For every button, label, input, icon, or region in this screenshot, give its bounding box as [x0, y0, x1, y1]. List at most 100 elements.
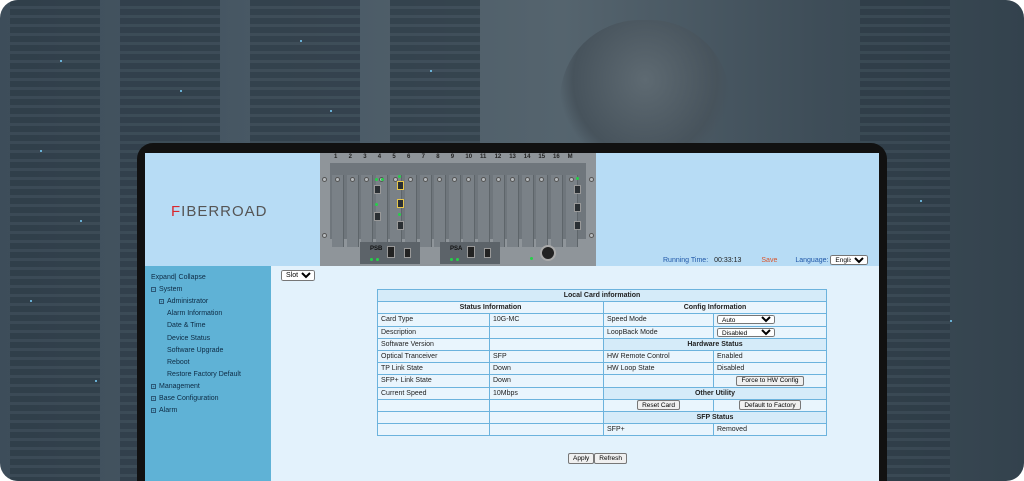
force-hw-config-button[interactable]: Force to HW Config	[736, 375, 804, 386]
status-value: SFP	[489, 349, 604, 364]
sfp-label: SFP+	[603, 423, 714, 437]
status-bar: Running Time: 00:33:13 Save Language: Engli…	[663, 255, 869, 265]
device-web-ui: FIBERROAD 1 2 3 4 5 6 7 8 9 10 11 12 13 14 15 16 M	[145, 153, 879, 481]
hardware-status-header: Hardware Status	[603, 337, 827, 351]
power-switch[interactable]	[484, 248, 491, 258]
form-actions: Apply Refresh	[568, 453, 628, 464]
reset-card-cell: Reset Card	[603, 398, 714, 412]
chassis-slot[interactable]	[448, 175, 461, 247]
chassis-slot[interactable]	[346, 175, 359, 247]
chassis-slot[interactable]	[507, 175, 520, 247]
chassis-slot[interactable]	[361, 175, 374, 247]
slot-number-label: 1	[334, 154, 338, 160]
status-led	[375, 203, 378, 206]
chassis-slot[interactable]	[463, 175, 476, 247]
rj45-port[interactable]	[374, 185, 381, 194]
slot-screw	[451, 177, 457, 182]
chassis-slot[interactable]	[551, 175, 563, 247]
mgmt-port[interactable]	[574, 203, 581, 212]
reset-card-button[interactable]: Reset Card	[637, 400, 680, 411]
loopback-select[interactable]: Disabled	[717, 327, 775, 337]
language-select[interactable]: English	[830, 255, 869, 265]
tree-system[interactable]: − System	[151, 286, 182, 293]
power-switch[interactable]	[404, 248, 411, 258]
empty-cell	[489, 398, 604, 412]
tree-alarm-information[interactable]: Alarm Information	[167, 310, 222, 317]
sidebar: Expand| Collapse − System + Administrator …	[145, 266, 271, 481]
speed-mode-cell: Auto	[713, 313, 827, 327]
tree-software-upgrade[interactable]: Software Upgrade	[167, 347, 223, 354]
status-value: 10G-MC	[489, 313, 604, 327]
apply-button[interactable]: Apply	[568, 453, 595, 464]
chassis-slot[interactable]	[419, 175, 432, 247]
status-label: TP Link State	[377, 362, 490, 376]
rack-screw	[322, 233, 327, 238]
empty-cell	[489, 423, 604, 437]
chassis-slot[interactable]	[434, 175, 447, 247]
chassis-slot[interactable]	[536, 175, 549, 247]
rj45-port[interactable]	[397, 199, 404, 208]
chassis-slot[interactable]	[521, 175, 534, 247]
refresh-button[interactable]: Refresh	[594, 453, 628, 464]
power-supply-a: PSA	[440, 242, 500, 264]
hw-remote-value: Enabled	[713, 349, 827, 364]
default-to-factory-button[interactable]: Default to Factory	[739, 400, 801, 411]
slot-number-label: 14	[523, 154, 531, 160]
config-info-header: Config Information	[603, 301, 827, 315]
save-link[interactable]: Save	[761, 257, 777, 264]
force-hw-cell: Force to HW Config	[713, 374, 827, 388]
slot-screw	[495, 177, 501, 182]
chassis-slot[interactable]	[405, 175, 417, 247]
slot-screw	[481, 177, 486, 182]
status-info-header: Status Information	[377, 301, 604, 315]
slot-number-label: 6	[407, 154, 411, 160]
rack-screw	[322, 177, 327, 182]
server-led	[80, 220, 82, 222]
fiberroad-logo: FIBERROAD	[171, 203, 268, 220]
tree-date-time[interactable]: Date & Time	[167, 322, 206, 329]
slot-screw	[408, 177, 413, 182]
other-utility-header: Other Utility	[603, 386, 827, 400]
slot-select[interactable]: Slot 2	[281, 270, 315, 281]
tree-administrator[interactable]: + Administrator	[159, 298, 208, 305]
status-value	[489, 337, 604, 351]
chassis-slot[interactable]	[332, 175, 344, 247]
tree-reboot[interactable]: Reboot	[167, 359, 190, 366]
mgmt-port[interactable]	[574, 185, 581, 194]
chassis-slot[interactable]	[492, 175, 505, 247]
power-inlet-icon	[467, 246, 475, 258]
server-led	[180, 90, 182, 92]
slot-number-label: 8	[436, 154, 440, 160]
tree-alarm[interactable]: + Alarm	[151, 407, 177, 414]
hw-loop-value: Disabled	[713, 362, 827, 376]
empty-cell	[489, 410, 604, 425]
hw-remote-label: HW Remote Control	[603, 349, 714, 364]
sfp-port[interactable]	[397, 221, 404, 230]
collapse-link[interactable]: Collapse	[179, 274, 206, 281]
rj45-port[interactable]	[397, 181, 404, 190]
tree-management[interactable]: + Management	[151, 383, 200, 390]
empty-cell	[603, 374, 714, 388]
slot-number-label: 10	[465, 154, 473, 160]
status-label: Current Speed	[377, 386, 490, 400]
server-led	[430, 70, 432, 72]
slot-number-label: 9	[450, 154, 455, 160]
server-led	[60, 60, 62, 62]
language-label: Language:	[795, 257, 829, 264]
speed-mode-select[interactable]: Auto	[717, 315, 775, 325]
mgmt-port[interactable]	[574, 221, 581, 230]
status-label: Card Type	[377, 313, 490, 327]
expand-link[interactable]: Expand	[151, 274, 175, 281]
sfp-port[interactable]	[374, 212, 381, 221]
slot-number-label: 4	[377, 154, 382, 160]
status-led	[456, 258, 459, 261]
tree-device-status[interactable]: Device Status	[167, 335, 210, 342]
status-value: 10Mbps	[489, 386, 604, 400]
slot-number-label: 3	[363, 154, 367, 160]
chassis-slot[interactable]	[478, 175, 490, 247]
tree-base-configuration[interactable]: + Base Configuration	[151, 395, 219, 402]
slot-screw	[422, 177, 428, 182]
status-label: Software Version	[377, 337, 490, 351]
tree-restore-factory-default[interactable]: Restore Factory Default	[167, 371, 241, 378]
server-led	[920, 200, 922, 202]
